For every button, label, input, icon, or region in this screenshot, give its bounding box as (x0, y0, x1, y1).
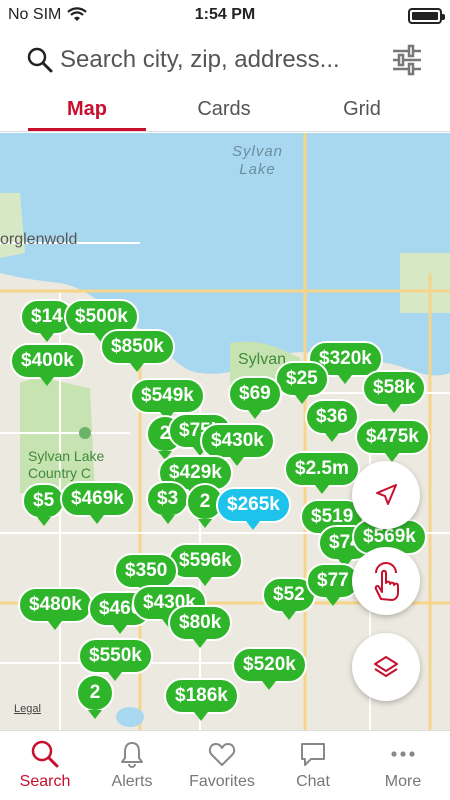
location-arrow-icon (376, 484, 397, 505)
nav-search[interactable]: Search (0, 739, 90, 791)
map-view[interactable]: Sylvan Lake orglenwold Sylvan Sylvan Lak… (0, 133, 450, 730)
active-tab-indicator (28, 128, 146, 131)
nav-label: Chat (296, 773, 330, 790)
search-input[interactable] (60, 44, 380, 76)
listing-pin[interactable]: $3 (146, 481, 190, 524)
battery-icon (408, 8, 445, 24)
listing-pin[interactable]: $36 (305, 399, 359, 442)
listing-pin[interactable]: $596k (168, 543, 243, 586)
listing-pin[interactable]: $400k (10, 343, 85, 386)
chat-icon (301, 743, 325, 766)
listing-pin[interactable]: $475k (355, 419, 430, 462)
search-bar (0, 36, 450, 84)
golf-course-label: Sylvan Lake Country C (28, 448, 105, 481)
listing-pin[interactable]: $469k (60, 481, 135, 524)
nav-label: Search (19, 773, 71, 790)
bell-icon (121, 742, 143, 768)
listing-pin[interactable]: $2.5m (284, 451, 360, 494)
nav-label: Favorites (189, 773, 255, 790)
listing-pin[interactable]: $69 (228, 376, 282, 419)
tab-cards[interactable]: Cards (165, 92, 283, 132)
hand-draw-icon (374, 562, 399, 601)
selected-listing-pin[interactable]: $265k (216, 487, 291, 530)
nav-more[interactable]: More (358, 739, 448, 791)
listing-pin[interactable]: $186k (164, 678, 239, 721)
listing-pin[interactable]: $350 (114, 553, 179, 596)
nav-favorites[interactable]: Favorites (177, 739, 267, 791)
map-layers-button[interactable] (352, 633, 420, 701)
nav-label: Alerts (111, 773, 153, 790)
layers-icon (374, 656, 398, 677)
lake-label: Sylvan Lake (232, 143, 284, 178)
listing-pin[interactable]: $480k (18, 587, 93, 630)
locate-me-button[interactable] (352, 461, 420, 529)
more-icon (391, 751, 415, 757)
tab-map[interactable]: Map (28, 92, 146, 132)
tab-grid[interactable]: Grid (303, 92, 421, 132)
view-tabs: Map Cards Grid (0, 92, 450, 132)
search-icon (31, 740, 59, 768)
heart-icon (208, 743, 236, 766)
listing-pin[interactable]: $5 (22, 483, 66, 526)
listing-pin[interactable]: $80k (168, 605, 233, 648)
listing-pin[interactable]: $58k (362, 370, 427, 413)
nav-alerts[interactable]: Alerts (87, 739, 177, 791)
listing-pin[interactable]: $549k (130, 378, 205, 421)
listing-pin[interactable]: $550k (78, 638, 153, 681)
listing-pin[interactable]: $850k (100, 329, 175, 372)
listing-pin[interactable]: $25 (275, 361, 329, 404)
filter-sliders-icon[interactable] (390, 44, 424, 76)
cluster-pin[interactable]: 2 (76, 674, 114, 719)
status-bar: No SIM 1:54 PM (0, 0, 450, 30)
nav-label: More (384, 773, 422, 790)
legal-link[interactable]: Legal (14, 703, 41, 715)
search-icon (27, 47, 53, 73)
listing-pin[interactable]: $520k (232, 647, 307, 690)
town-label: orglenwold (0, 231, 78, 248)
bottom-nav: Search Alerts Favorites Chat More (0, 730, 450, 800)
listing-pin[interactable]: $430k (200, 423, 275, 466)
draw-area-button[interactable] (352, 547, 420, 615)
status-time: 1:54 PM (194, 6, 256, 23)
nav-chat[interactable]: Chat (268, 739, 358, 791)
